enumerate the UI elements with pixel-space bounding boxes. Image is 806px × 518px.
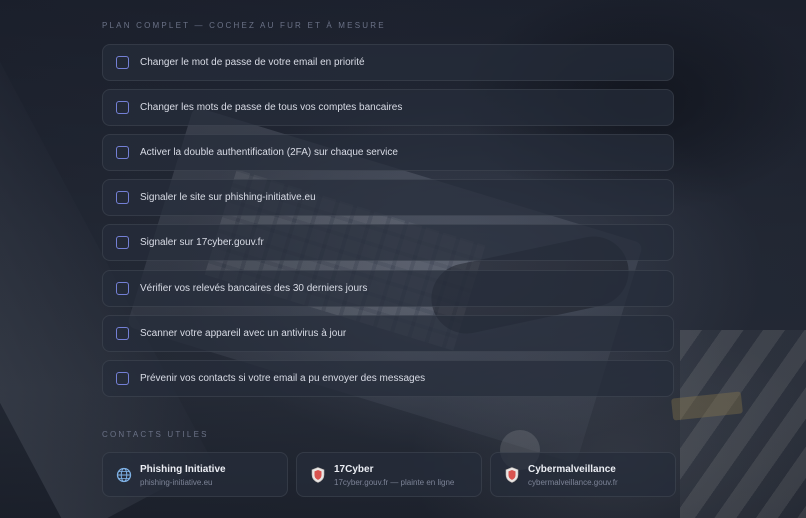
task-item[interactable]: Changer les mots de passe de tous vos co… (102, 89, 674, 126)
contact-url: 17cyber.gouv.fr — plainte en ligne (334, 478, 455, 487)
contact-name: Phishing Initiative (140, 464, 226, 475)
contact-url: phishing-initiative.eu (140, 478, 213, 487)
task-label: Signaler le site sur phishing-initiative… (140, 192, 316, 203)
contact-card-phishing-initiative[interactable]: Phishing Initiative phishing-initiative.… (102, 452, 288, 497)
plan-section-title: PLAN COMPLET — COCHEZ AU FUR ET À MESURE (102, 21, 386, 30)
task-label: Changer les mots de passe de tous vos co… (140, 102, 403, 113)
task-label: Signaler sur 17cyber.gouv.fr (140, 237, 264, 248)
task-item[interactable]: Vérifier vos relevés bancaires des 30 de… (102, 270, 674, 307)
task-label: Changer le mot de passe de votre email e… (140, 57, 365, 68)
task-item[interactable]: Signaler sur 17cyber.gouv.fr (102, 224, 674, 261)
shield-icon (505, 467, 519, 483)
task-label: Vérifier vos relevés bancaires des 30 de… (140, 283, 368, 294)
contact-card-cybermalveillance[interactable]: Cybermalveillance cybermalveillance.gouv… (490, 452, 676, 497)
task-label: Activer la double authentification (2FA)… (140, 147, 398, 158)
contact-name: 17Cyber (334, 464, 374, 475)
shield-icon (311, 467, 325, 483)
contact-name: Cybermalveillance (528, 464, 616, 475)
contact-url: cybermalveillance.gouv.fr (528, 478, 618, 487)
task-checkbox[interactable] (116, 101, 129, 114)
task-checkbox[interactable] (116, 327, 129, 340)
task-label: Scanner votre appareil avec un antivirus… (140, 328, 347, 339)
task-item[interactable]: Changer le mot de passe de votre email e… (102, 44, 674, 81)
task-item[interactable]: Signaler le site sur phishing-initiative… (102, 179, 674, 216)
contact-card-17cyber[interactable]: 17Cyber 17cyber.gouv.fr — plainte en lig… (296, 452, 482, 497)
task-item[interactable]: Scanner votre appareil avec un antivirus… (102, 315, 674, 352)
task-label: Prévenir vos contacts si votre email a p… (140, 373, 426, 384)
task-item[interactable]: Activer la double authentification (2FA)… (102, 134, 674, 171)
task-checkbox[interactable] (116, 282, 129, 295)
task-checkbox[interactable] (116, 191, 129, 204)
task-checkbox[interactable] (116, 372, 129, 385)
globe-icon (116, 467, 132, 483)
task-checkbox[interactable] (116, 56, 129, 69)
task-checkbox[interactable] (116, 146, 129, 159)
contacts-section-title: CONTACTS UTILES (102, 430, 209, 439)
task-checkbox[interactable] (116, 236, 129, 249)
task-item[interactable]: Prévenir vos contacts si votre email a p… (102, 360, 674, 397)
